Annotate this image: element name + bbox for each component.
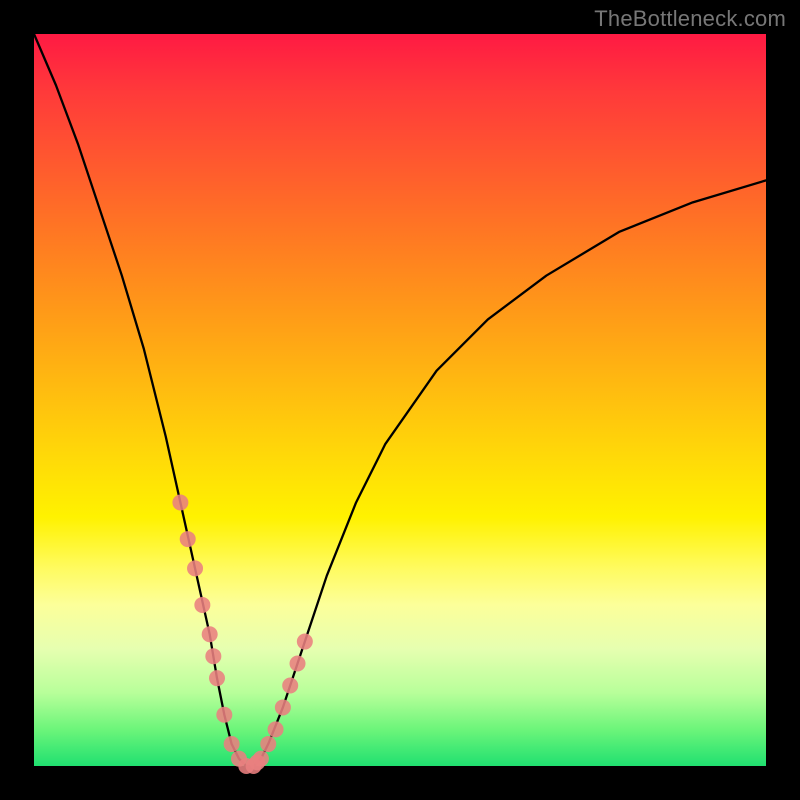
marker-point [224,736,240,752]
bottleneck-curve-svg [34,34,766,766]
marker-point [172,494,188,510]
marker-point [187,560,203,576]
marker-point [216,707,232,723]
marker-point [260,736,276,752]
marker-point [290,656,306,672]
bottleneck-curve [34,34,766,766]
marker-point [205,648,221,664]
plot-area [34,34,766,766]
marker-point [202,626,218,642]
marker-point [194,597,210,613]
highlighted-points [172,494,312,774]
watermark-text: TheBottleneck.com [594,6,786,32]
chart-frame: TheBottleneck.com [0,0,800,800]
marker-point [180,531,196,547]
marker-point [275,699,291,715]
marker-point [268,721,284,737]
marker-point [253,751,269,767]
marker-point [282,677,298,693]
marker-point [209,670,225,686]
marker-point [297,634,313,650]
